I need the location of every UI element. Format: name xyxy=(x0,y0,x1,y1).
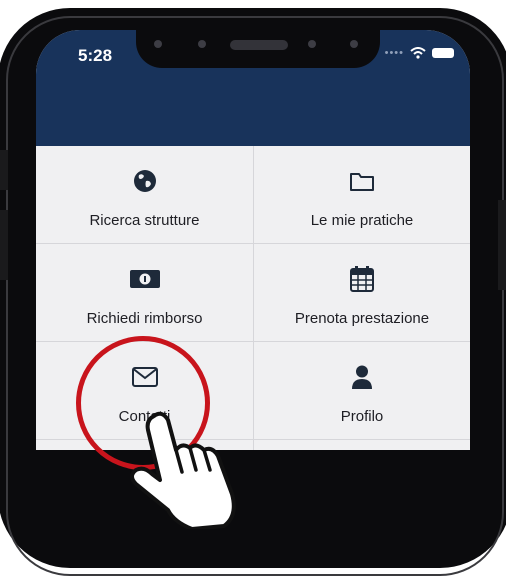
sensor-dot xyxy=(154,40,162,48)
menu-item-ricerca-strutture[interactable]: Ricerca strutture xyxy=(36,146,253,244)
globe-icon xyxy=(133,168,157,194)
side-button xyxy=(498,200,506,290)
signal-icon: •••• xyxy=(384,47,404,59)
side-button xyxy=(0,210,8,280)
folder-icon xyxy=(349,168,375,194)
menu-item-prenota-prestazione[interactable]: Prenota prestazione xyxy=(253,244,470,342)
menu-item-next-row[interactable] xyxy=(253,440,470,450)
calendar-icon xyxy=(350,266,374,292)
menu-item-label: Profilo xyxy=(340,408,384,425)
sensor-dot xyxy=(350,40,358,48)
menu-item-richiedi-rimborso[interactable]: Richiedi rimborso xyxy=(36,244,253,342)
sensor-dot xyxy=(308,40,316,48)
user-icon xyxy=(351,364,373,390)
battery-icon xyxy=(432,48,454,58)
menu-item-label: Le mie pratiche xyxy=(310,212,414,229)
menu-item-label: Ricerca strutture xyxy=(89,212,200,229)
status-icons: •••• xyxy=(385,47,454,59)
side-button xyxy=(0,150,8,190)
menu-item-profilo[interactable]: Profilo xyxy=(253,342,470,440)
pointing-hand-icon xyxy=(130,411,236,529)
status-time: 5:28 xyxy=(78,46,113,65)
menu-item-label: Richiedi rimborso xyxy=(86,310,203,327)
notch xyxy=(136,30,380,68)
speaker xyxy=(230,40,288,50)
wifi-icon xyxy=(410,47,426,59)
money-icon xyxy=(129,266,161,292)
menu-item-label: Prenota prestazione xyxy=(294,310,430,327)
camera-dot xyxy=(198,40,206,48)
menu-item-le-mie-pratiche[interactable]: Le mie pratiche xyxy=(253,146,470,244)
